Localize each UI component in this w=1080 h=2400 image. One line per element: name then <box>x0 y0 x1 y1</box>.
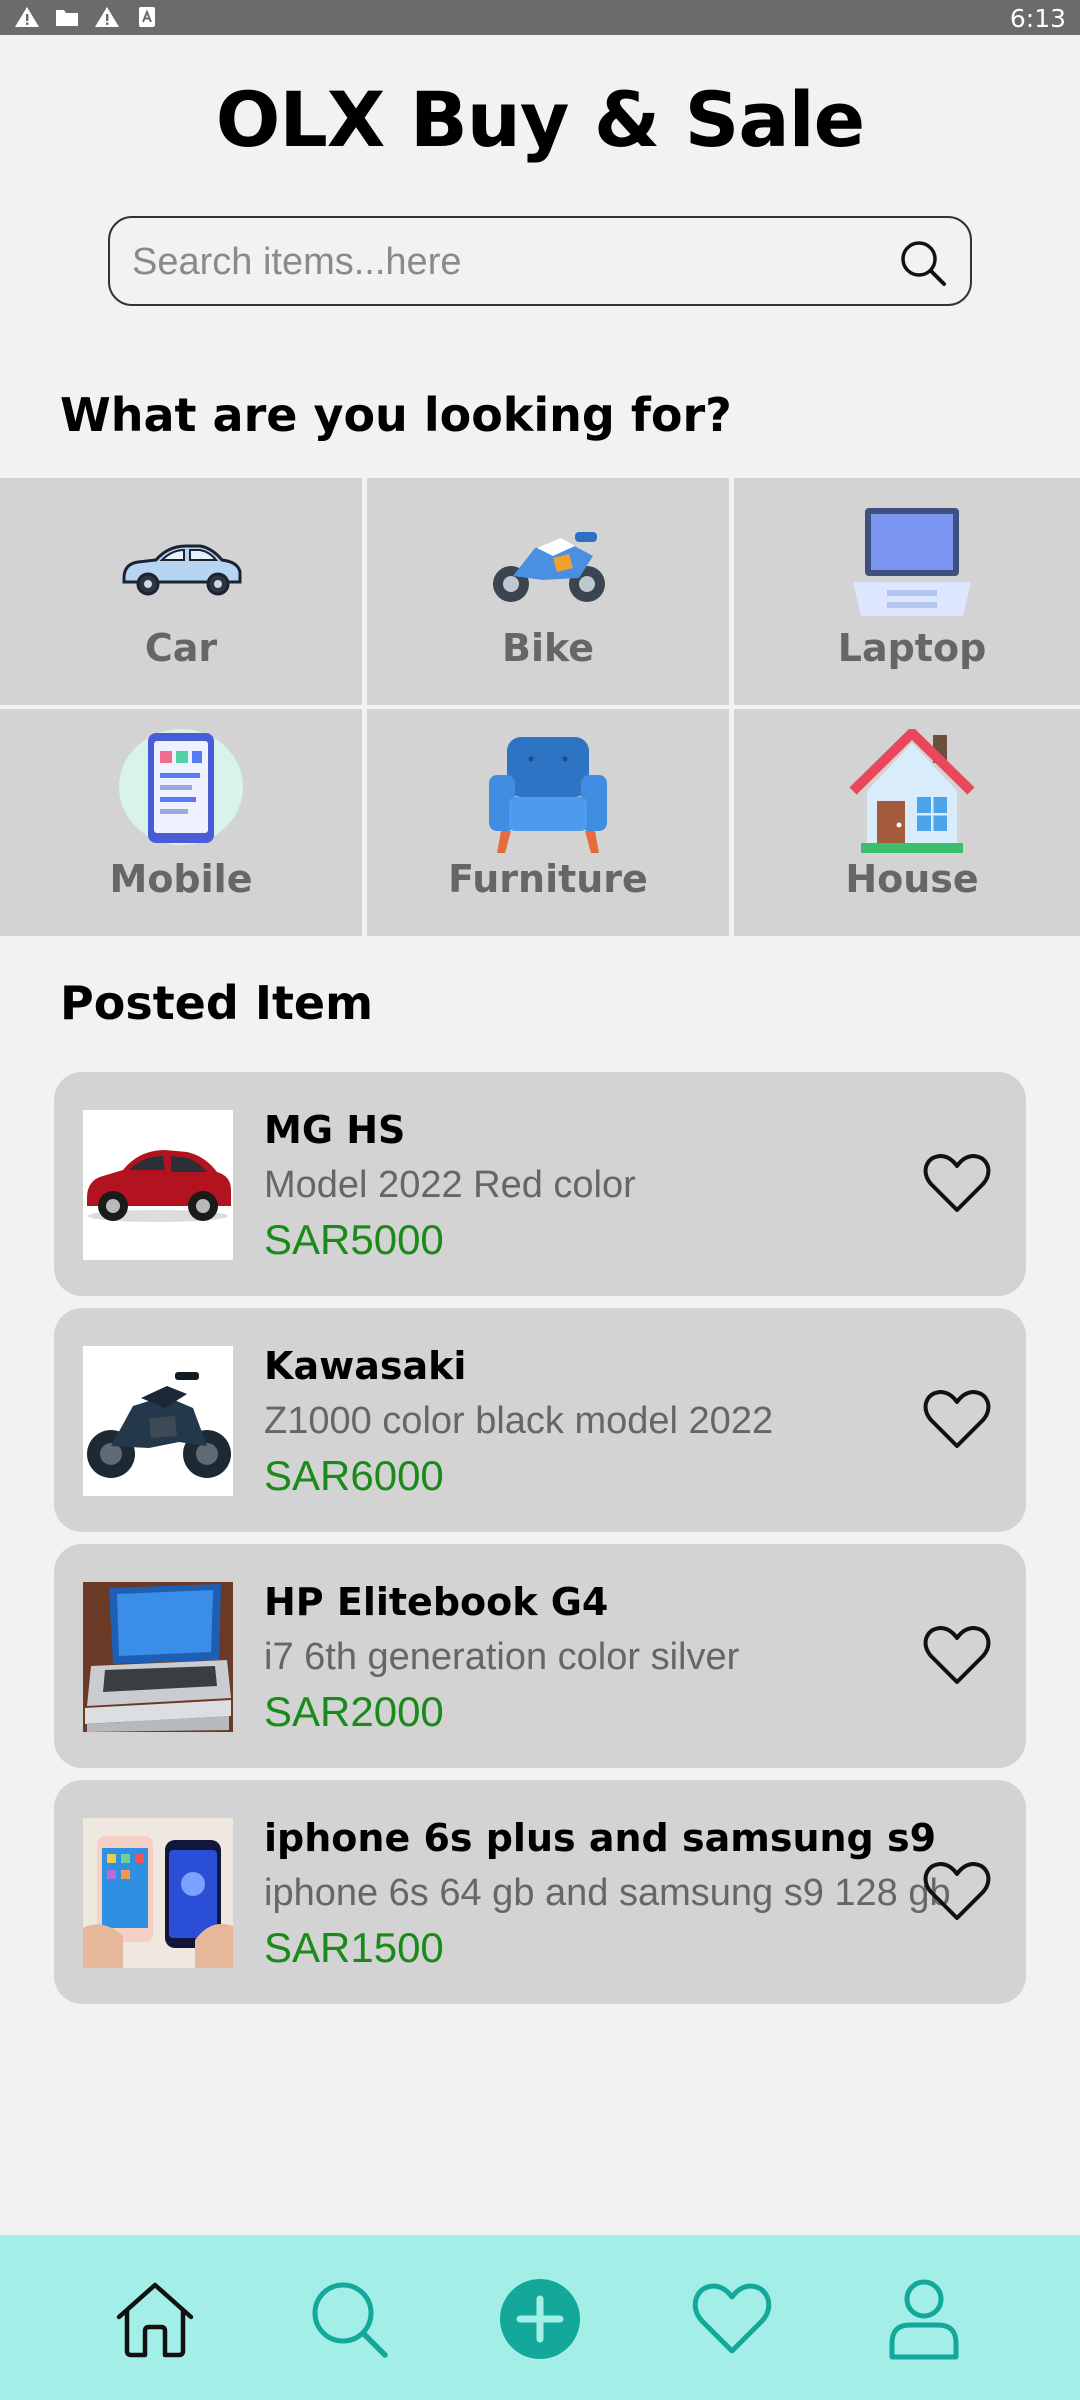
category-furniture[interactable]: Furniture <box>367 709 729 936</box>
status-bar: 6:13 <box>0 0 1080 35</box>
list-item[interactable]: HP Elitebook G4 i7 6th generation color … <box>54 1544 1026 1768</box>
mobile-phone-icon <box>119 729 243 845</box>
black-motorcycle-photo <box>83 1346 233 1496</box>
item-description: i7 6th generation color silver <box>264 1636 740 1678</box>
house-icon <box>849 729 975 853</box>
heart-icon[interactable] <box>922 1624 992 1688</box>
category-label: Furniture <box>448 857 648 901</box>
heart-icon[interactable] <box>922 1388 992 1452</box>
item-price: SAR6000 <box>264 1452 444 1499</box>
add-icon[interactable] <box>498 2277 582 2361</box>
item-description: iphone 6s 64 gb and samsung s9 128 gb <box>264 1872 951 1914</box>
search-input[interactable] <box>132 236 872 288</box>
category-label: Car <box>144 626 218 670</box>
sim-icon <box>139 7 155 27</box>
category-bike[interactable]: Bike <box>367 478 729 705</box>
list-item[interactable]: Kawasaki Z1000 color black model 2022 SA… <box>54 1308 1026 1532</box>
red-suv-photo <box>83 1110 233 1260</box>
car-icon <box>122 544 242 596</box>
item-price: SAR5000 <box>264 1216 444 1263</box>
motorbike-icon <box>493 532 605 602</box>
category-label: Laptop <box>837 626 987 670</box>
warning-icon <box>95 7 119 27</box>
heart-icon[interactable] <box>922 1860 992 1924</box>
category-grid: Car Bike Laptop Mobile Furniture House <box>0 478 1080 936</box>
item-description: Model 2022 Red color <box>264 1164 636 1206</box>
posted-items-heading: Posted Item <box>60 976 374 1030</box>
item-price: SAR2000 <box>264 1688 444 1735</box>
laptop-icon <box>853 508 971 616</box>
search-icon[interactable] <box>898 238 948 288</box>
categories-heading: What are you looking for? <box>60 388 732 442</box>
item-description: Z1000 color black model 2022 <box>264 1400 774 1442</box>
posted-items-list: MG HS Model 2022 Red color SAR5000 Kawas… <box>54 1072 1026 2016</box>
phones-photo <box>83 1818 233 1968</box>
category-label: House <box>845 857 979 901</box>
profile-icon[interactable] <box>882 2277 966 2361</box>
category-label: Mobile <box>109 857 253 901</box>
home-icon[interactable] <box>113 2277 197 2361</box>
folder-icon <box>56 10 78 26</box>
bottom-navigation <box>0 2235 1080 2400</box>
heart-icon[interactable] <box>690 2277 774 2361</box>
category-car[interactable]: Car <box>0 478 362 705</box>
heart-icon[interactable] <box>922 1152 992 1216</box>
list-item[interactable]: MG HS Model 2022 Red color SAR5000 <box>54 1072 1026 1296</box>
item-price: SAR1500 <box>264 1924 444 1971</box>
category-laptop[interactable]: Laptop <box>734 478 1080 705</box>
category-label: Bike <box>501 626 594 670</box>
clock: 6:13 <box>1009 4 1066 33</box>
item-title: iphone 6s plus and samsung s9 <box>264 1816 937 1860</box>
category-mobile[interactable]: Mobile <box>0 709 362 936</box>
search-bar[interactable] <box>108 216 972 306</box>
item-title: Kawasaki <box>264 1344 467 1388</box>
category-house[interactable]: House <box>734 709 1080 936</box>
armchair-icon <box>489 737 607 853</box>
laptop-photo <box>83 1582 233 1732</box>
search-icon[interactable] <box>307 2277 391 2361</box>
warning-icon <box>15 7 39 27</box>
item-title: HP Elitebook G4 <box>264 1580 609 1624</box>
list-item[interactable]: iphone 6s plus and samsung s9 iphone 6s … <box>54 1780 1026 2004</box>
app-title: OLX Buy & Sale <box>215 75 865 164</box>
item-title: MG HS <box>264 1108 406 1152</box>
